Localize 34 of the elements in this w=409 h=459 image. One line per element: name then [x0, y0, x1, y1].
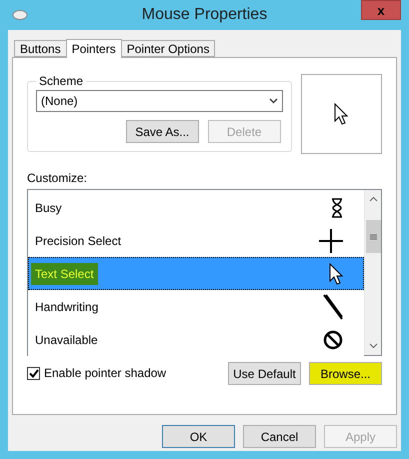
- mouse-icon: [12, 9, 28, 21]
- dialog-button[interactable]: Cancel: [243, 425, 316, 448]
- scroll-thumb[interactable]: [366, 220, 380, 253]
- tab[interactable]: Pointer Options: [120, 40, 216, 57]
- item-text: Text Select: [31, 262, 98, 284]
- unavailable-icon: [323, 330, 343, 350]
- chevron-down-icon: [268, 98, 278, 104]
- crosshair-icon: [319, 228, 343, 252]
- item-text: Handwriting: [35, 300, 98, 314]
- window-title: Mouse Properties: [140, 6, 268, 24]
- scrollbar[interactable]: [364, 190, 381, 355]
- item-text: Precision Select: [35, 234, 122, 248]
- checkbox[interactable]: [27, 366, 40, 380]
- shadow-checkbox[interactable]: Enable pointer shadow: [27, 366, 228, 380]
- action-button[interactable]: Use Default: [228, 362, 301, 385]
- pen-icon: [323, 294, 343, 320]
- item-text: Unavailable: [35, 332, 98, 346]
- tab[interactable]: Buttons: [14, 40, 67, 57]
- arrow-pointer-icon: [334, 103, 348, 125]
- tab[interactable]: Pointers: [66, 39, 122, 58]
- checkbox-label: Enable pointer shadow: [44, 366, 166, 380]
- hourglass-icon: [331, 198, 343, 218]
- arrow-pointer-icon: [329, 262, 343, 284]
- list-item[interactable]: Text Select: [28, 257, 364, 290]
- group-label: Scheme: [38, 74, 84, 88]
- scheme-button[interactable]: Save As...: [126, 120, 199, 143]
- scheme-dropdown[interactable]: (None): [36, 90, 283, 112]
- scroll-down-icon: [368, 343, 378, 349]
- dialog-button[interactable]: OK: [162, 425, 235, 448]
- close-button[interactable]: x: [361, 0, 401, 20]
- scroll-up-icon: [368, 196, 378, 202]
- action-button[interactable]: Browse...: [309, 362, 382, 385]
- item-text: Busy: [35, 200, 62, 214]
- list-label: Customize:: [27, 171, 88, 185]
